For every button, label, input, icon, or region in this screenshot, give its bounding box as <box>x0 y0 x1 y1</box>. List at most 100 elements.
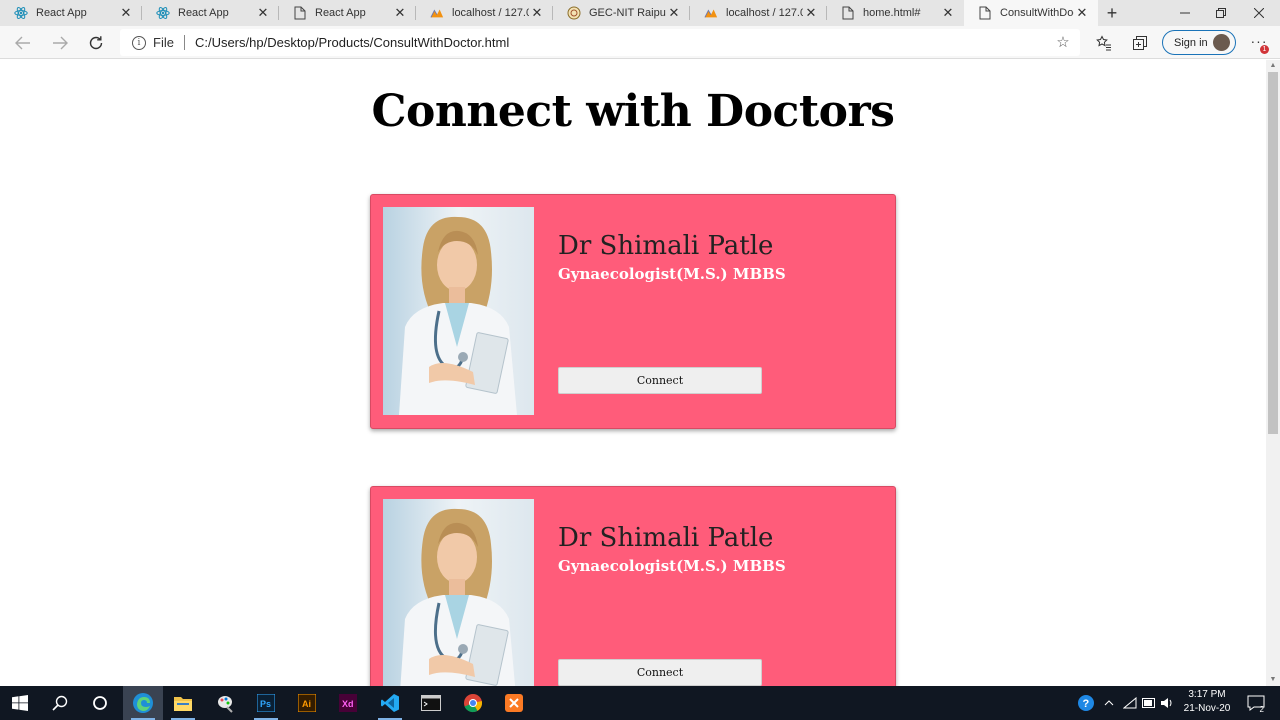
cortana-circle-icon <box>93 696 107 710</box>
taskbar-edge[interactable] <box>123 686 163 720</box>
tab-localhost-2[interactable]: localhost / 127.0.0 ✕ <box>690 0 827 26</box>
taskbar-vscode[interactable] <box>370 686 410 720</box>
doctor-card: Dr Shimali Patle Gynaecologist(M.S.) MBB… <box>370 194 896 429</box>
favorite-star-icon[interactable]: ☆ <box>1054 34 1072 52</box>
settings-more-button[interactable]: ··· 1 <box>1248 32 1270 54</box>
close-tab-icon[interactable]: ✕ <box>940 5 956 21</box>
tab-title: localhost / 127.0.0 <box>726 7 803 19</box>
scroll-down-arrow-icon[interactable]: ▼ <box>1269 676 1277 684</box>
network-tray-button[interactable] <box>1121 686 1139 720</box>
tab-title: GEC-NIT Raipur A <box>589 7 666 19</box>
info-icon[interactable]: i <box>132 35 146 50</box>
start-button[interactable] <box>0 686 40 720</box>
taskbar-photoshop[interactable]: Ps <box>246 686 286 720</box>
collections-button[interactable] <box>1131 34 1149 52</box>
react-icon <box>14 6 28 20</box>
favorites-button[interactable] <box>1095 34 1113 52</box>
forward-button[interactable] <box>47 30 73 56</box>
url-scheme-label: File <box>153 35 174 50</box>
favorites-list-icon <box>1096 35 1111 51</box>
svg-text:Ai: Ai <box>302 699 311 709</box>
terminal-icon <box>421 695 441 711</box>
college-logo-icon <box>567 6 581 20</box>
clock-time: 3:17 PM <box>1188 689 1226 700</box>
doctor-name: Dr Shimali Patle <box>558 523 774 553</box>
tab-title: React App <box>178 7 229 19</box>
notification-badge: 1 <box>1260 45 1269 54</box>
taskbar-clock[interactable]: 3:17 PM 21-Nov-20 <box>1172 688 1242 716</box>
close-window-button[interactable] <box>1236 0 1280 26</box>
doctor-specialty: Gynaecologist(M.S.) MBBS <box>558 557 786 575</box>
forward-arrow-icon <box>53 36 68 50</box>
tab-react-app-3[interactable]: React App ✕ <box>279 0 416 26</box>
close-tab-icon[interactable]: ✕ <box>255 5 271 21</box>
edge-icon <box>133 693 153 713</box>
taskbar-terminal[interactable] <box>411 686 451 720</box>
url-divider <box>183 35 185 50</box>
address-toolbar: i File C:/Users/hp/Desktop/Products/Cons… <box>0 26 1280 59</box>
taskbar-paint-3d[interactable] <box>205 686 245 720</box>
close-tab-icon[interactable]: ✕ <box>392 5 408 21</box>
close-tab-icon[interactable]: ✕ <box>1074 5 1090 21</box>
wifi-icon <box>1123 697 1137 709</box>
cortana-button[interactable] <box>80 686 120 720</box>
tab-localhost-1[interactable]: localhost / 127.0.0 ✕ <box>416 0 553 26</box>
vertical-scrollbar[interactable]: ▲ ▼ <box>1266 60 1280 686</box>
close-tab-icon[interactable]: ✕ <box>803 5 819 21</box>
help-tray-button[interactable]: ? <box>1074 686 1098 720</box>
close-tab-icon[interactable]: ✕ <box>529 5 545 21</box>
power-tray-button[interactable] <box>1140 686 1158 720</box>
adobe-xd-icon: Xd <box>339 694 357 712</box>
close-tab-icon[interactable]: ✕ <box>118 5 134 21</box>
notification-count: 2 <box>1259 705 1264 714</box>
tab-gec-nit[interactable]: GEC-NIT Raipur A ✕ <box>553 0 690 26</box>
collections-icon <box>1133 36 1147 50</box>
connect-button[interactable]: Connect <box>558 659 762 686</box>
svg-text:Xd: Xd <box>342 699 354 709</box>
refresh-icon <box>89 36 103 50</box>
doctor-name: Dr Shimali Patle <box>558 231 774 261</box>
taskbar-adobe-xd[interactable]: Xd <box>328 686 368 720</box>
address-bar[interactable]: i File C:/Users/hp/Desktop/Products/Cons… <box>120 29 1080 56</box>
connect-button[interactable]: Connect <box>558 367 762 394</box>
tab-home-html[interactable]: home.html# ✕ <box>827 0 964 26</box>
back-button[interactable] <box>10 30 36 56</box>
show-hidden-icons-button[interactable] <box>1100 686 1118 720</box>
phpmyadmin-icon <box>704 6 718 20</box>
taskbar-chrome[interactable] <box>453 686 493 720</box>
page-title: Connect with Doctors <box>371 86 895 137</box>
url-text[interactable]: C:/Users/hp/Desktop/Products/ConsultWith… <box>195 35 1054 50</box>
taskbar-file-explorer[interactable] <box>163 686 203 720</box>
refresh-button[interactable] <box>83 30 109 56</box>
close-tab-icon[interactable]: ✕ <box>666 5 682 21</box>
photoshop-icon: Ps <box>257 694 275 712</box>
doctor-photo <box>383 207 534 415</box>
tab-react-app-2[interactable]: React App ✕ <box>142 0 279 26</box>
doctor-card: Dr Shimali Patle Gynaecologist(M.S.) MBB… <box>370 486 896 686</box>
tab-title: ConsultWithDocto <box>1000 7 1074 19</box>
help-icon: ? <box>1078 695 1094 711</box>
page-icon <box>841 6 855 20</box>
scroll-up-arrow-icon[interactable]: ▲ <box>1269 62 1277 70</box>
taskbar-illustrator[interactable]: Ai <box>287 686 327 720</box>
tab-title: React App <box>315 7 366 19</box>
tab-strip: React App ✕ React App ✕ React App ✕ loca… <box>0 0 1280 26</box>
scroll-thumb[interactable] <box>1268 72 1278 434</box>
sign-in-button[interactable]: Sign in <box>1162 30 1236 55</box>
search-icon <box>52 695 68 711</box>
windows-logo-icon <box>12 695 28 711</box>
battery-icon <box>1142 698 1155 708</box>
new-tab-button[interactable]: + <box>1100 0 1124 26</box>
paint-3d-icon <box>218 696 233 713</box>
chevron-up-icon <box>1104 700 1114 706</box>
taskbar-xampp[interactable] <box>494 686 534 720</box>
tab-consult-with-doctor[interactable]: ConsultWithDocto ✕ <box>964 0 1098 26</box>
search-button[interactable] <box>40 686 80 720</box>
tab-react-app-1[interactable]: React App ✕ <box>0 0 142 26</box>
doctor-photo <box>383 499 534 686</box>
tab-title: localhost / 127.0.0 <box>452 7 529 19</box>
action-center-button[interactable]: 2 <box>1244 686 1268 720</box>
sign-in-label: Sign in <box>1174 36 1208 49</box>
page-icon <box>978 6 992 20</box>
vscode-icon <box>381 694 399 712</box>
